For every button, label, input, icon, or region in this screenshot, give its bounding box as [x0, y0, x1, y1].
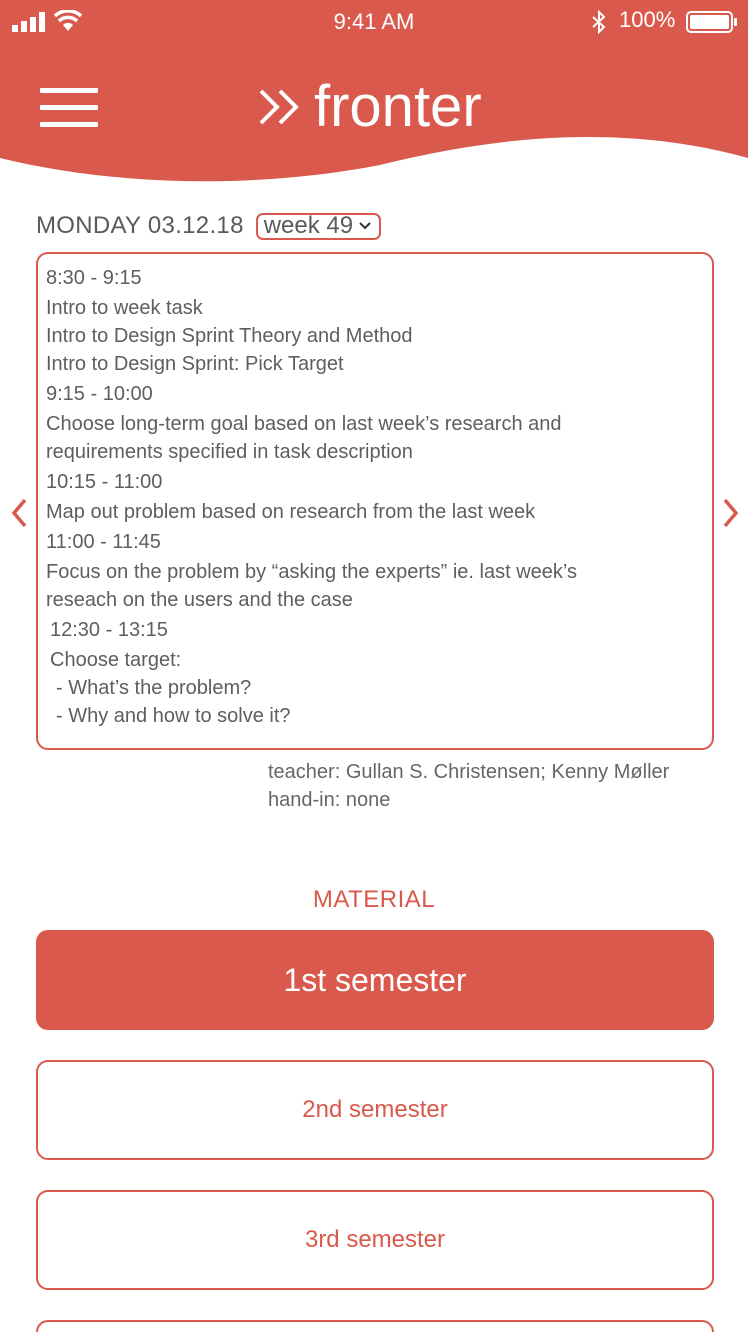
time-slot: 9:15 - 10:00	[46, 383, 153, 405]
schedule-item: Focus on the problem by “asking the expe…	[46, 561, 577, 583]
chevron-left-icon[interactable]	[10, 498, 28, 528]
handin-text: hand-in: none	[268, 789, 391, 811]
schedule-item: Choose long-term goal based on last week…	[46, 413, 562, 435]
semester-2-button[interactable]: 2nd semester	[36, 1060, 714, 1160]
week-dropdown[interactable]: week 49	[255, 212, 382, 240]
schedule-item: Intro to week task	[46, 297, 203, 319]
semester-4-button[interactable]	[36, 1320, 714, 1332]
schedule-item: requirements specified in task descripti…	[46, 441, 413, 463]
hamburger-menu-icon[interactable]	[40, 88, 100, 128]
week-dropdown-value: week 49	[263, 212, 354, 239]
semester-3-button[interactable]: 3rd semester	[36, 1190, 714, 1290]
status-bar: 9:41 AM 100%	[0, 0, 748, 44]
schedule-meta: teacher: Gullan S. Christensen; Kenny Mø…	[268, 758, 669, 814]
schedule-item: Map out problem based on research from t…	[46, 501, 536, 523]
battery-icon	[686, 11, 737, 33]
app-header: 9:41 AM 100% fronter	[0, 0, 748, 185]
battery-percent: 100%	[619, 7, 676, 32]
bluetooth-icon	[592, 10, 606, 34]
time-slot: 11:00 - 11:45	[46, 531, 161, 553]
semester-1-button[interactable]: 1st semester	[36, 930, 714, 1030]
schedule-card: 8:30 - 9:15 Intro to week task Intro to …	[36, 252, 714, 750]
schedule-item: Intro to Design Sprint: Pick Target	[46, 353, 344, 375]
chevron-down-icon	[359, 222, 371, 230]
schedule-item: Intro to Design Sprint Theory and Method	[46, 325, 413, 347]
material-title: MATERIAL	[312, 886, 436, 913]
double-chevron-icon	[259, 89, 299, 125]
brand-name: fronter	[314, 74, 482, 139]
schedule-date-bar: MONDAY 03.12.18 week 49	[36, 210, 382, 242]
time-slot: 10:15 - 11:00	[46, 471, 163, 493]
schedule-item: Choose target:	[50, 649, 182, 671]
teacher-text: teacher: Gullan S. Christensen; Kenny Mø…	[268, 761, 670, 783]
schedule-item: - Why and how to solve it?	[56, 705, 291, 727]
time-slot: 8:30 - 9:15	[46, 267, 142, 289]
schedule-item: - What’s the problem?	[56, 677, 252, 699]
schedule-item: reseach on the users and the case	[46, 589, 353, 611]
schedule-date: MONDAY 03.12.18	[36, 212, 244, 239]
time-slot: 12:30 - 13:15	[50, 619, 168, 641]
chevron-right-icon[interactable]	[722, 498, 740, 528]
